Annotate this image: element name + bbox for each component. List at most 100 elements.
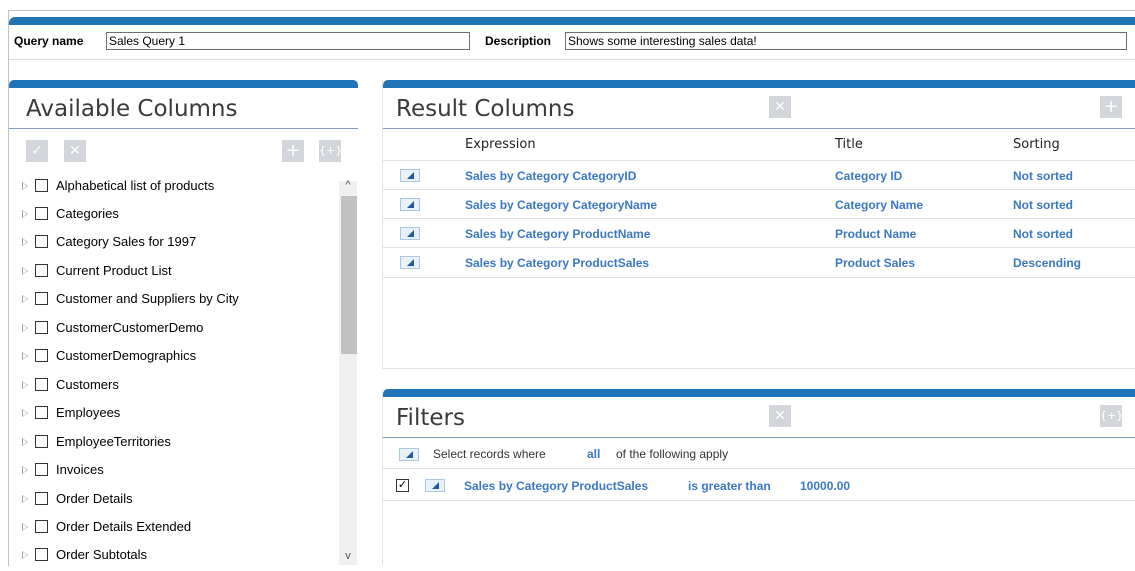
item-checkbox[interactable] <box>35 435 48 448</box>
remove-filter-button[interactable]: ✕ <box>769 405 791 427</box>
add-button[interactable]: + <box>282 140 304 162</box>
tree-item-label: CustomerDemographics <box>56 348 197 363</box>
tree-item[interactable]: Order Subtotals <box>9 543 339 571</box>
expand-arrow-icon[interactable] <box>22 523 28 531</box>
tree-item[interactable]: CustomerCustomerDemo <box>9 316 339 344</box>
title-link[interactable]: Product Name <box>835 227 916 241</box>
tree-item-label: Employees <box>56 405 121 420</box>
expand-arrow-icon[interactable] <box>22 295 28 303</box>
row-menu-icon[interactable] <box>400 198 420 211</box>
item-checkbox[interactable] <box>35 264 48 277</box>
scroll-down-arrow-icon[interactable]: v <box>339 548 357 564</box>
item-checkbox[interactable] <box>35 349 48 362</box>
title-link[interactable]: Product Sales <box>835 256 915 270</box>
tree-item-label: Category Sales for 1997 <box>56 234 197 249</box>
condition-field-link[interactable]: Sales by Category ProductSales <box>464 479 648 493</box>
add-group-button[interactable]: {+} <box>1100 405 1123 427</box>
table-row: Sales by Category ProductSales Product S… <box>383 247 1135 278</box>
add-expression-button[interactable]: {+} <box>319 140 342 162</box>
expand-arrow-icon[interactable] <box>22 210 28 218</box>
row-menu-icon[interactable] <box>400 256 420 269</box>
tree-item[interactable]: EmployeeTerritories <box>9 430 339 458</box>
expand-arrow-icon[interactable] <box>22 551 28 559</box>
panel-header-bar <box>383 389 1135 397</box>
item-checkbox[interactable] <box>35 378 48 391</box>
expand-arrow-icon[interactable] <box>22 238 28 246</box>
tree-item[interactable]: Categories <box>9 202 339 230</box>
expression-link[interactable]: Sales by Category CategoryID <box>465 169 636 183</box>
table-row: Sales by Category CategoryName Category … <box>383 189 1135 219</box>
expand-arrow-icon[interactable] <box>22 381 28 389</box>
condition-checkbox[interactable]: ✓ <box>396 479 409 492</box>
item-checkbox[interactable] <box>35 235 48 248</box>
query-info-row: Query name Sales Query 1 Description Sho… <box>0 29 1135 53</box>
group-menu-icon[interactable] <box>399 448 419 461</box>
item-checkbox[interactable] <box>35 520 48 533</box>
sorting-link[interactable]: Descending <box>1013 256 1081 270</box>
tree-item[interactable]: Invoices <box>9 458 339 486</box>
title-separator <box>9 128 358 129</box>
expand-arrow-icon[interactable] <box>22 466 28 474</box>
expand-arrow-icon[interactable] <box>22 182 28 190</box>
item-checkbox[interactable] <box>35 492 48 505</box>
check-button[interactable]: ✓ <box>26 140 48 162</box>
tree-item[interactable]: CustomerDemographics <box>9 344 339 372</box>
item-checkbox[interactable] <box>35 207 48 220</box>
description-input[interactable]: Shows some interesting sales data! <box>565 32 1127 50</box>
tree-item-label: Categories <box>56 206 119 221</box>
item-checkbox[interactable] <box>35 179 48 192</box>
intro-suffix-text: of the following apply <box>616 447 729 461</box>
item-checkbox[interactable] <box>35 321 48 334</box>
expression-link[interactable]: Sales by Category ProductSales <box>465 256 649 270</box>
tree-item-label: Alphabetical list of products <box>56 178 215 193</box>
tree-item[interactable]: Alphabetical list of products <box>9 174 339 202</box>
expand-arrow-icon[interactable] <box>22 409 28 417</box>
sorting-link[interactable]: Not sorted <box>1013 227 1073 241</box>
top-accent-bar <box>9 17 1135 25</box>
expand-arrow-icon[interactable] <box>22 267 28 275</box>
item-checkbox[interactable] <box>35 548 48 561</box>
item-checkbox[interactable] <box>35 292 48 305</box>
expand-arrow-icon[interactable] <box>22 495 28 503</box>
sorting-link[interactable]: Not sorted <box>1013 198 1073 212</box>
tree-item[interactable]: Customer and Suppliers by City <box>9 287 339 315</box>
expand-arrow-icon[interactable] <box>22 324 28 332</box>
condition-operator-link[interactable]: is greater than <box>688 479 771 493</box>
item-checkbox[interactable] <box>35 463 48 476</box>
add-column-button[interactable]: + <box>1100 96 1122 118</box>
tree-item[interactable]: Current Product List <box>9 259 339 287</box>
filter-divider <box>383 500 1135 501</box>
expression-link[interactable]: Sales by Category CategoryName <box>465 198 657 212</box>
tree-item[interactable]: Category Sales for 1997 <box>9 230 339 258</box>
title-header[interactable]: Title <box>835 137 863 152</box>
tree-item[interactable]: Order Details Extended <box>9 515 339 543</box>
filter-divider <box>383 468 1135 469</box>
scroll-up-arrow-icon[interactable]: ^ <box>339 177 357 193</box>
scrollbar-thumb[interactable] <box>341 196 357 354</box>
sorting-link[interactable]: Not sorted <box>1013 169 1073 183</box>
panel-header-bar <box>383 80 1135 88</box>
title-link[interactable]: Category Name <box>835 198 923 212</box>
tree-item[interactable]: Employees <box>9 401 339 429</box>
query-name-input[interactable]: Sales Query 1 <box>106 32 470 50</box>
title-link[interactable]: Category ID <box>835 169 902 183</box>
condition-value-link[interactable]: 10000.00 <box>800 479 850 493</box>
mode-link[interactable]: all <box>587 447 600 461</box>
remove-column-button[interactable]: ✕ <box>769 96 791 118</box>
panel-header-bar <box>9 80 358 88</box>
remove-button[interactable]: ✕ <box>64 140 86 162</box>
tree-item-label: EmployeeTerritories <box>56 434 171 449</box>
tree-item[interactable]: Customers <box>9 373 339 401</box>
available-columns-title: Available Columns <box>26 96 238 122</box>
expand-arrow-icon[interactable] <box>22 352 28 360</box>
expand-arrow-icon[interactable] <box>22 438 28 446</box>
row-menu-icon[interactable] <box>400 169 420 182</box>
expression-header[interactable]: Expression <box>465 137 536 152</box>
row-menu-icon[interactable] <box>400 227 420 240</box>
item-checkbox[interactable] <box>35 406 48 419</box>
tree-item[interactable]: Order Details <box>9 487 339 515</box>
sorting-header[interactable]: Sorting <box>1013 137 1060 152</box>
expression-link[interactable]: Sales by Category ProductName <box>465 227 650 241</box>
condition-menu-icon[interactable] <box>425 479 445 492</box>
tree-item-label: Order Details Extended <box>56 519 192 534</box>
